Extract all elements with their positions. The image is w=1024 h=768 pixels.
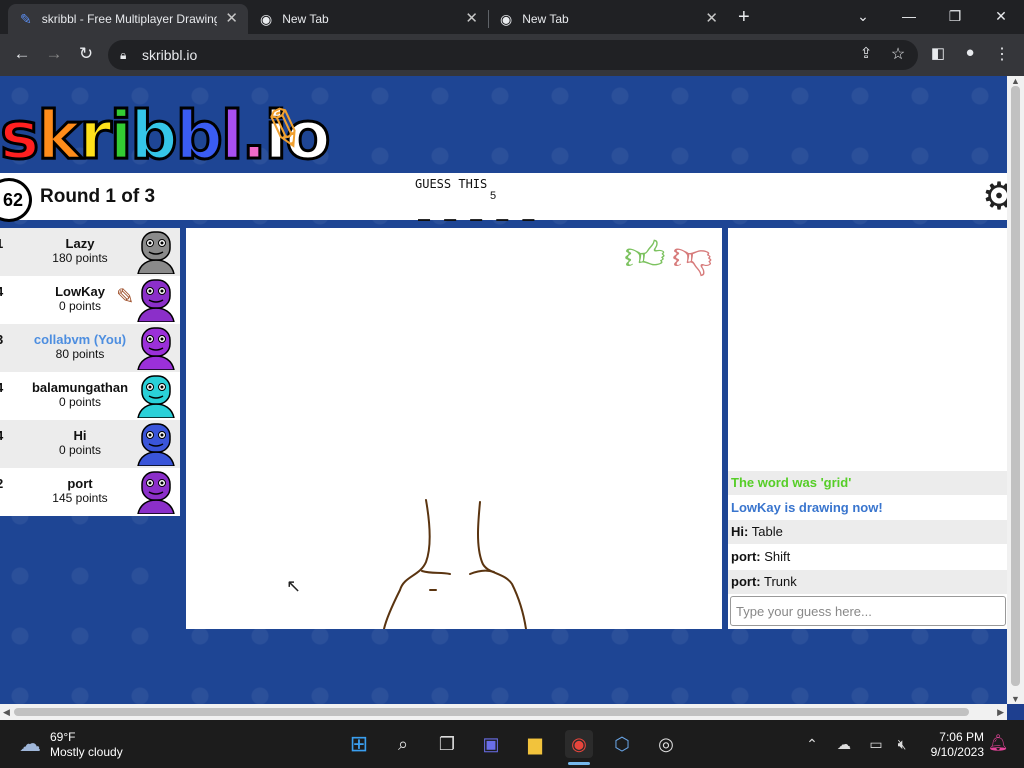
word-hint: _ _ _ _ _ (418, 197, 536, 221)
chat-text: LowKay is drawing now! (731, 499, 883, 515)
vertical-scrollbar[interactable]: ▲ ▼ (1007, 76, 1024, 704)
chat-message: port: Trunk (728, 569, 1007, 594)
player-avatar (137, 279, 175, 322)
logo-letter: s (0, 96, 41, 176)
tab-title: New Tab (522, 12, 569, 26)
profile-icon[interactable]: ● (958, 44, 982, 61)
reload-button[interactable]: ↻ (74, 44, 98, 64)
tab-new-tab-2[interactable]: ◉ New Tab ✕ (488, 4, 728, 34)
chat-text: Shift (764, 549, 791, 565)
tab-title: skribbl - Free Multiplayer Drawing (41, 12, 217, 26)
player-row[interactable]: 4balamungathan0 points (0, 372, 180, 420)
logo-letter: r (78, 96, 113, 176)
volume-muted-icon[interactable]: 🔇︎ (888, 730, 916, 758)
round-label: Round 1 of 3 (40, 186, 156, 207)
obs-icon[interactable]: ◎ (652, 730, 680, 758)
weather-temperature[interactable]: 69°F (50, 730, 75, 744)
share-icon[interactable]: ⇪ (854, 44, 878, 62)
chat-user: port: (731, 549, 761, 565)
clock-time[interactable]: 7:06 PM (936, 730, 984, 744)
thumbs-up-icon[interactable]: 👍︎ (624, 232, 666, 280)
player-row[interactable]: 4Hi0 points (0, 420, 180, 468)
close-tab-icon[interactable]: ✕ (225, 9, 238, 27)
back-button[interactable]: ← (10, 44, 34, 64)
tab-new-tab-1[interactable]: ◉ New Tab ✕ (248, 4, 488, 34)
chat-message: Hi: Table (728, 520, 1007, 545)
search-icon[interactable]: ⌕ (389, 730, 417, 758)
thumbs-down-icon[interactable]: 👎︎ (672, 232, 713, 280)
player-row[interactable]: 4LowKay0 points✎ (0, 276, 180, 324)
virtualbox-icon[interactable]: ⬡ (608, 730, 636, 758)
bookmark-star-icon[interactable]: ☆ (886, 44, 910, 64)
player-avatar (137, 471, 175, 514)
weather-cloud-icon[interactable]: ☁ (16, 730, 44, 758)
notification-bell-icon[interactable]: 🔔︎ (984, 730, 1012, 758)
side-panel-icon[interactable]: ◧ (926, 44, 950, 62)
close-window-button[interactable]: ✕ (978, 4, 1024, 28)
player-row[interactable]: 3collabvm (You)80 points (0, 324, 180, 372)
chrome-menu-icon[interactable]: ⋮ (990, 44, 1014, 64)
logo-letter: i (108, 96, 134, 176)
chrome-favicon-icon: ◉ (500, 10, 513, 27)
mouse-cursor: ↖ (286, 576, 302, 596)
active-app-indicator (568, 762, 590, 765)
player-row[interactable]: 2port145 points (0, 468, 180, 516)
chrome-favicon-icon: ◉ (260, 10, 273, 27)
player-list: 1Lazy180 points4LowKay0 points✎3collabvm… (0, 228, 180, 516)
player-avatar (137, 375, 175, 418)
clock-date[interactable]: 9/10/2023 (922, 745, 984, 759)
tab-skribbl[interactable]: ✎ skribbl - Free Multiplayer Drawing ✕ (8, 4, 248, 34)
new-tab-button[interactable]: + (738, 4, 750, 30)
horizontal-scrollbar[interactable]: ◀ ▶ (0, 704, 1007, 720)
skribbl-favicon-icon: ✎ (20, 10, 32, 27)
chat-message: LowKay is drawing now! (728, 496, 1007, 520)
player-row[interactable]: 1Lazy180 points (0, 228, 180, 276)
chat-text: Table (751, 524, 783, 540)
drawing-pencil-icon: ✎ (116, 284, 135, 309)
guess-this-label: GUESS THIS (415, 177, 488, 191)
chat-user: Hi: (731, 524, 749, 540)
network-icon[interactable]: ☁ (830, 730, 858, 758)
chat-user: port: (731, 573, 761, 589)
url-text: skribbl.io (142, 47, 198, 63)
tab-search-icon[interactable]: ⌄ (840, 4, 886, 28)
forward-button[interactable]: → (42, 44, 66, 64)
drawing-canvas[interactable]: 👍︎ 👎︎ (186, 228, 722, 629)
guess-input[interactable] (730, 596, 1006, 626)
show-hidden-icons-chevron-icon[interactable]: ⌃ (798, 730, 826, 758)
logo-letter: l (219, 96, 245, 176)
close-tab-icon[interactable]: ✕ (705, 9, 718, 27)
file-explorer-icon[interactable]: ▆ (521, 730, 549, 758)
tab-title: New Tab (282, 12, 329, 26)
logo-letter: k (36, 96, 83, 176)
chat-message: The word was 'grid' (728, 471, 1007, 495)
chat-app-icon[interactable]: ▣ (477, 730, 505, 758)
player-avatar (137, 423, 175, 466)
restore-button[interactable]: ❐ (932, 4, 978, 28)
chat-text: The word was 'grid' (731, 475, 852, 490)
chat-message: port: Shift (728, 545, 1007, 569)
drawing-strokes (383, 499, 527, 629)
minimize-button[interactable]: — (886, 4, 932, 28)
task-view-icon[interactable]: ❐ (433, 730, 461, 758)
display-icon[interactable]: ▭ (862, 730, 890, 758)
logo-letter: b (129, 96, 179, 176)
chat-text: Trunk (764, 573, 797, 589)
windows-start-icon[interactable]: ⊞ (345, 730, 373, 758)
chrome-taskbar-icon[interactable]: ◉ (565, 730, 593, 758)
lock-icon: 🔒︎ (120, 48, 127, 62)
player-avatar (137, 231, 175, 274)
logo-letter: b (174, 96, 224, 176)
weather-description[interactable]: Mostly cloudy (50, 745, 123, 759)
close-tab-icon[interactable]: ✕ (465, 9, 478, 27)
player-avatar (137, 327, 175, 370)
address-bar[interactable]: 🔒︎ skribbl.io (108, 40, 918, 70)
